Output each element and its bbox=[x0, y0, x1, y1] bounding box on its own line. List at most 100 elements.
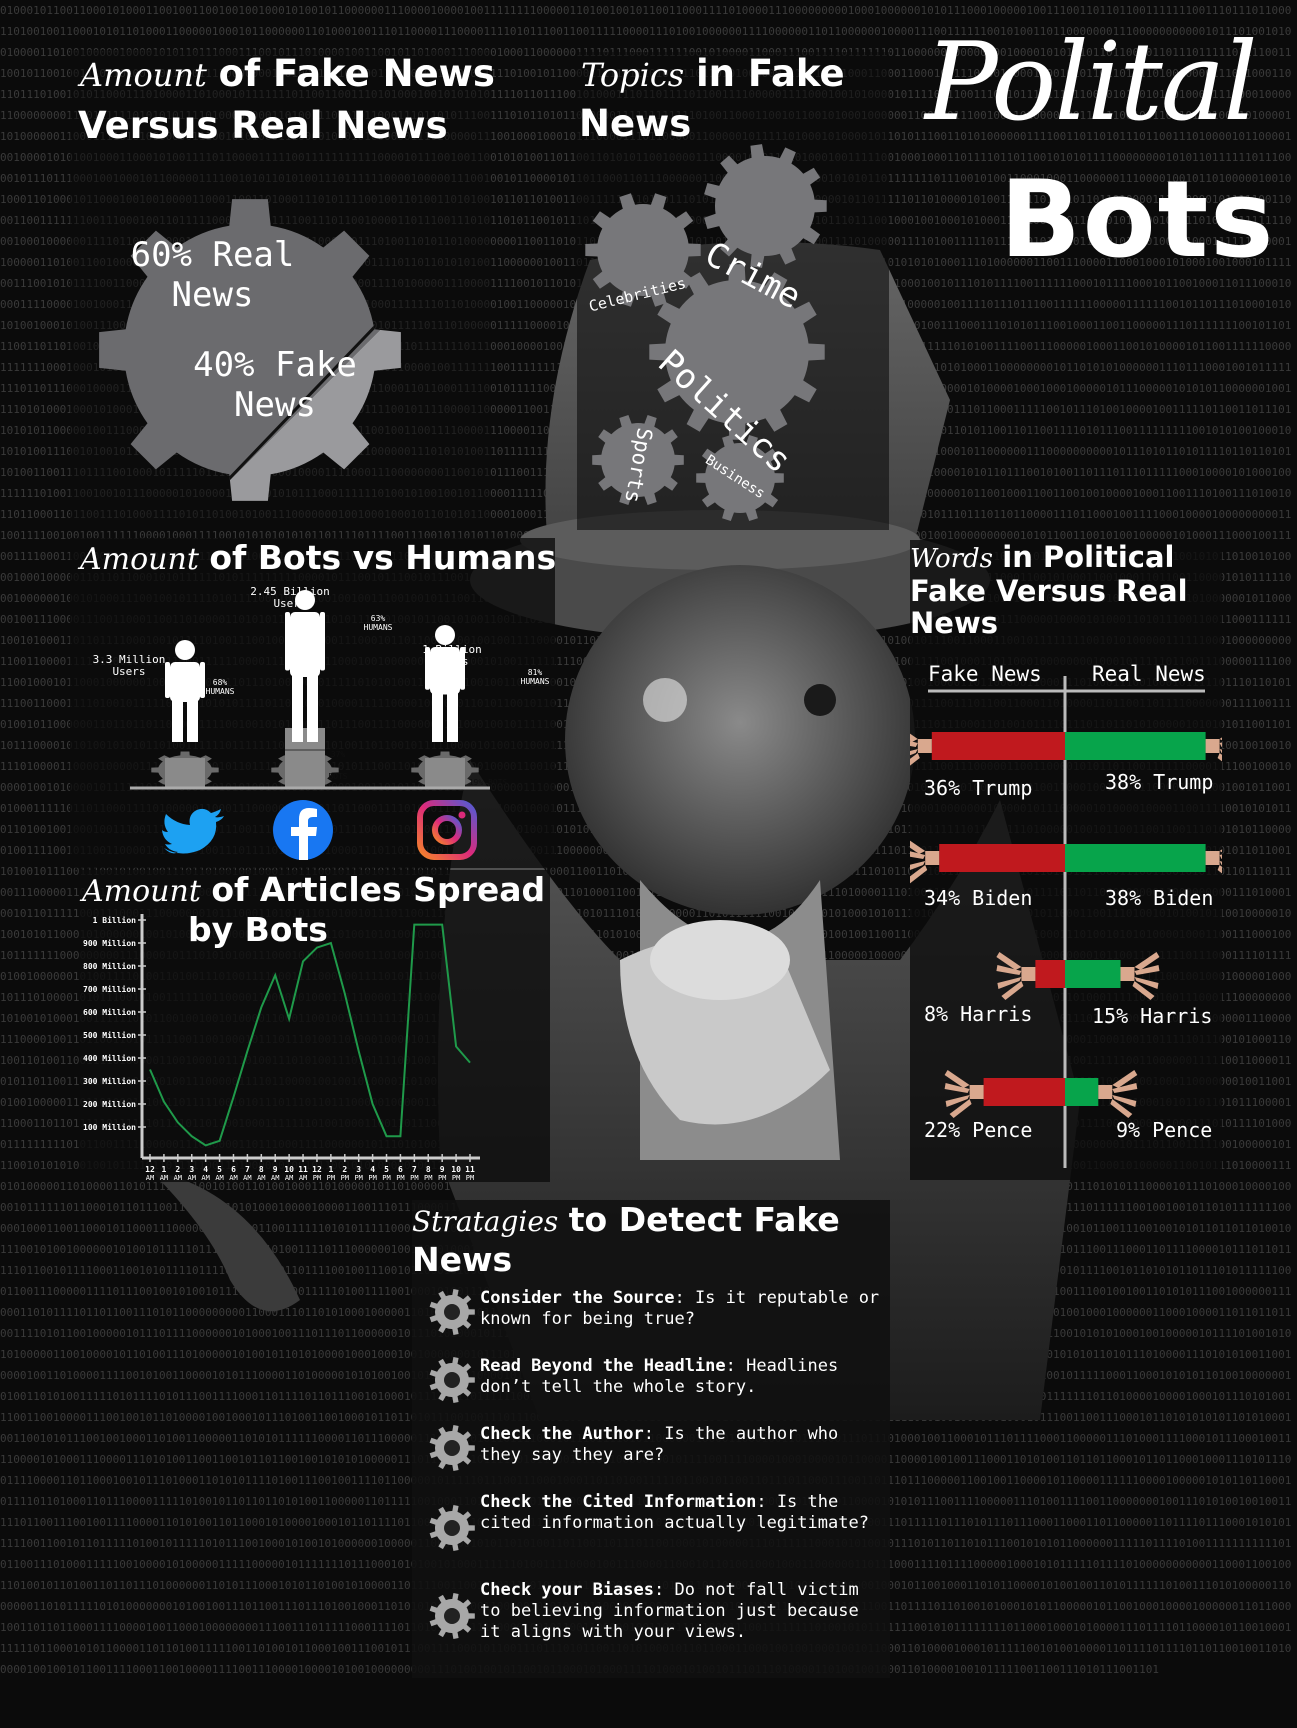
fake-trump: 36% Trump bbox=[924, 776, 1033, 800]
x-tick-label: 11 bbox=[298, 1165, 308, 1174]
strategy-item: Check your Biases: Do not fall victim to… bbox=[428, 1580, 880, 1643]
strategy-text: Check the Author: Is the author who they… bbox=[480, 1424, 880, 1472]
x-tick-label: 2 bbox=[175, 1165, 180, 1174]
x-tick-label-ampm: PM bbox=[410, 1174, 418, 1182]
hand-icon bbox=[944, 1070, 984, 1118]
real-news-label: 60% Real News bbox=[120, 235, 305, 315]
x-tick-label-ampm: AM bbox=[299, 1174, 307, 1182]
heading-line-2: News bbox=[412, 1240, 513, 1279]
fake-vs-real-panel: Amount of Fake News Versus Real News 60%… bbox=[70, 50, 495, 530]
users-line-2: Users bbox=[273, 597, 307, 610]
real-bar bbox=[1065, 844, 1206, 872]
x-tick-label-ampm: AM bbox=[201, 1174, 209, 1182]
y-tick-label: 1 Billion bbox=[93, 915, 137, 925]
x-tick-label-ampm: AM bbox=[229, 1174, 237, 1182]
x-tick-label: 8 bbox=[259, 1165, 264, 1174]
y-tick-label: 200 Million bbox=[83, 1099, 136, 1109]
gear-icon bbox=[429, 1289, 475, 1335]
fake-biden: 34% Biden bbox=[924, 886, 1033, 910]
strategy-item: Read Beyond the Headline: Headlines don’… bbox=[428, 1356, 880, 1404]
x-tick-label-ampm: AM bbox=[271, 1174, 279, 1182]
x-tick-label: 6 bbox=[398, 1165, 403, 1174]
real-bar bbox=[1065, 960, 1121, 988]
x-tick-label: 7 bbox=[412, 1165, 417, 1174]
hand-icon bbox=[1120, 952, 1160, 1000]
x-tick-label-ampm: AM bbox=[188, 1174, 196, 1182]
x-tick-label-ampm: PM bbox=[327, 1174, 335, 1182]
strategy-item: Check the Author: Is the author who they… bbox=[428, 1424, 880, 1472]
real-biden: 38% Biden bbox=[1105, 886, 1214, 910]
strategy-item: Consider the Source: Is it reputable or … bbox=[428, 1288, 880, 1336]
x-tick-label: 12 bbox=[312, 1165, 322, 1174]
hand-icon bbox=[1098, 1070, 1138, 1118]
x-tick-label: 4 bbox=[203, 1165, 208, 1174]
pct: 63% bbox=[370, 614, 386, 623]
x-tick-label-ampm: PM bbox=[368, 1174, 376, 1182]
x-tick-label: 9 bbox=[440, 1165, 445, 1174]
gear-icon bbox=[429, 1357, 475, 1403]
x-tick-label: 10 bbox=[451, 1165, 461, 1174]
bots-vs-humans-panel: Amount of Bots vs Humans 3.3 Million Use… bbox=[70, 538, 556, 868]
real-trump: 38% Trump bbox=[1105, 770, 1214, 794]
strategies-panel: Stratagies to Detect Fake News Consider … bbox=[412, 1200, 890, 1678]
y-tick-label: 600 Million bbox=[83, 1007, 136, 1017]
fake-label-line-1: 40% Fake bbox=[193, 345, 357, 385]
x-tick-label: 10 bbox=[284, 1165, 294, 1174]
strategy-title: Check the Author bbox=[480, 1424, 644, 1444]
x-tick-label: 5 bbox=[384, 1165, 389, 1174]
x-tick-label-ampm: PM bbox=[466, 1174, 474, 1182]
x-tick-label-ampm: AM bbox=[243, 1174, 251, 1182]
words-panel: Words in Political Fake Versus Real News… bbox=[910, 540, 1222, 1180]
gear-icon bbox=[429, 1505, 475, 1551]
x-tick-label: 1 bbox=[161, 1165, 166, 1174]
instagram-icon bbox=[417, 800, 477, 860]
twitter-users: 3.3 Million Users bbox=[84, 654, 174, 678]
pct-label: HUMANS bbox=[363, 623, 393, 632]
x-tick-label-ampm: AM bbox=[215, 1174, 223, 1182]
x-tick-label: 2 bbox=[342, 1165, 347, 1174]
real-bar bbox=[1065, 1078, 1099, 1106]
x-tick-label-ampm: PM bbox=[354, 1174, 362, 1182]
hand-icon bbox=[996, 952, 1036, 1000]
strategy-text: Check the Cited Information: Is the cite… bbox=[480, 1492, 880, 1552]
hand-icon bbox=[910, 840, 940, 884]
x-tick-label-ampm: AM bbox=[257, 1174, 265, 1182]
strategy-title: Check your Biases bbox=[480, 1580, 654, 1600]
x-tick-label-ampm: PM bbox=[313, 1174, 321, 1182]
twitter-icon bbox=[162, 808, 224, 854]
x-tick-label: 8 bbox=[426, 1165, 431, 1174]
x-tick-label-ampm: PM bbox=[438, 1174, 446, 1182]
x-tick-label: 1 bbox=[328, 1165, 333, 1174]
articles-line bbox=[149, 923, 471, 1147]
x-tick-label: 3 bbox=[356, 1165, 361, 1174]
real-label-line-1: 60% Real bbox=[130, 235, 295, 275]
instagram-human-pct: 81% HUMANS bbox=[510, 668, 560, 686]
strategies-heading: Stratagies to Detect Fake bbox=[412, 1200, 840, 1239]
users-line-2: Users bbox=[112, 665, 146, 678]
facebook-bot-label: BOTS bbox=[328, 772, 348, 781]
y-tick-label: 400 Million bbox=[83, 1053, 136, 1063]
strategy-text: Consider the Source: Is it reputable or … bbox=[480, 1288, 880, 1336]
fake-news-label: 40% Fake News bbox=[190, 345, 360, 425]
bot-bar bbox=[165, 758, 205, 788]
x-tick-label: 7 bbox=[245, 1165, 250, 1174]
twitter-human-pct: 68% HUMANS bbox=[195, 678, 245, 696]
fake-harris: 8% Harris bbox=[924, 1002, 1033, 1026]
y-tick-label: 500 Million bbox=[83, 1030, 136, 1040]
x-tick-label-ampm: PM bbox=[424, 1174, 432, 1182]
fake-label-line-2: News bbox=[234, 385, 316, 425]
x-tick-label-ampm: PM bbox=[382, 1174, 390, 1182]
fake-bar bbox=[983, 1078, 1065, 1106]
hand-icon bbox=[1205, 849, 1222, 874]
strategy-text: Check your Biases: Do not fall victim to… bbox=[480, 1580, 880, 1643]
fake-vs-real-heading: Amount of Fake News bbox=[80, 52, 495, 95]
fake-bar bbox=[1035, 960, 1065, 988]
x-tick-label-ampm: AM bbox=[160, 1174, 168, 1182]
heading-script: Amount bbox=[80, 56, 207, 94]
title-script: Polital bbox=[925, 20, 1258, 145]
words-bar-chart bbox=[910, 676, 1222, 1168]
articles-panel: Amount of Articles Spread by Bots 100 Mi… bbox=[80, 870, 550, 1182]
x-tick-label: 9 bbox=[273, 1165, 278, 1174]
x-tick-label-ampm: PM bbox=[341, 1174, 349, 1182]
heading-rest: to Detect Fake bbox=[568, 1200, 840, 1239]
